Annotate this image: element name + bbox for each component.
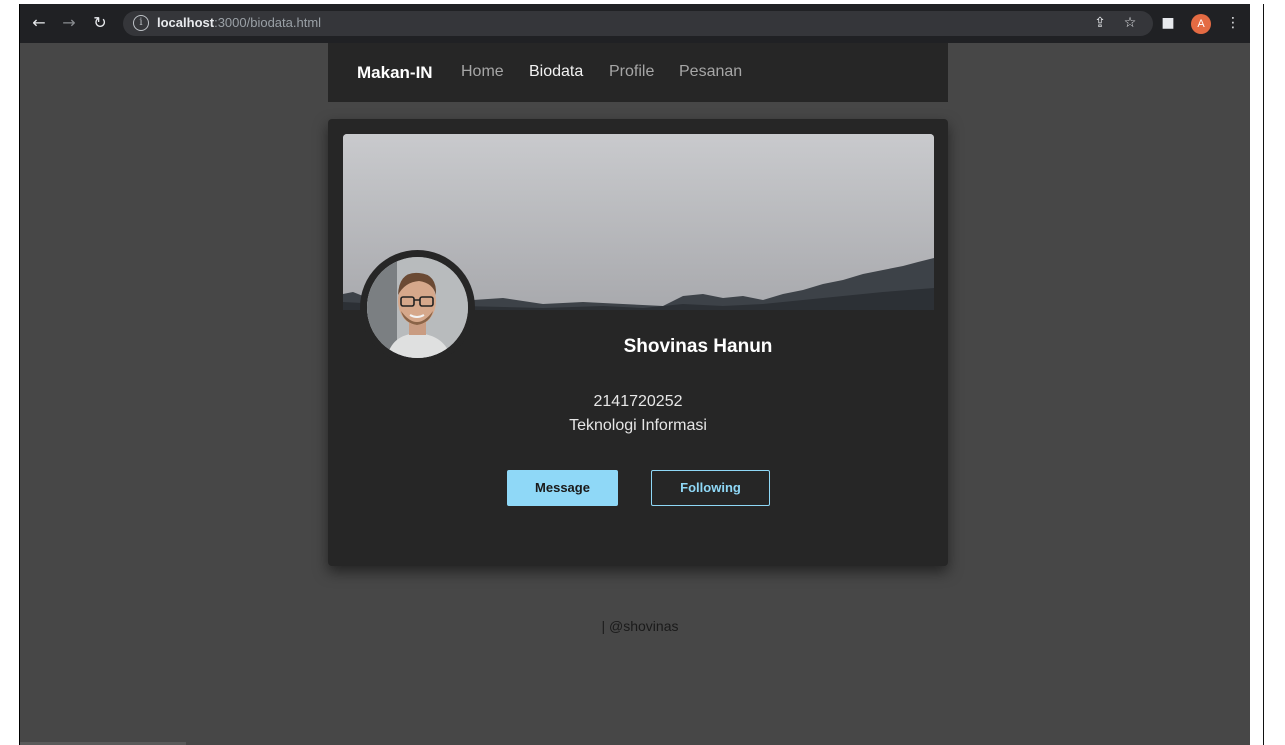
forward-arrow-icon[interactable]: →	[58, 12, 80, 34]
page-border	[1250, 4, 1285, 745]
message-button[interactable]: Message	[507, 470, 618, 506]
brand-logo[interactable]: Makan-IN	[357, 63, 433, 83]
nav-link-profile[interactable]: Profile	[609, 63, 654, 81]
following-button[interactable]: Following	[651, 470, 770, 506]
browser-window: ← → ↻ i localhost:3000/biodata.html ⇪ ☆ …	[19, 4, 1251, 745]
avatar	[360, 250, 475, 365]
url-host: localhost	[157, 15, 215, 30]
profile-jurusan: Teknologi Informasi	[569, 417, 707, 434]
nav-link-biodata[interactable]: Biodata	[529, 63, 583, 81]
url-path: :3000/biodata.html	[214, 15, 322, 30]
browser-toolbar: ← → ↻ i localhost:3000/biodata.html ⇪ ☆ …	[20, 4, 1251, 43]
info-icon[interactable]: i	[133, 15, 149, 31]
reload-icon[interactable]: ↻	[89, 12, 111, 34]
url-text[interactable]: localhost:3000/biodata.html	[157, 15, 321, 30]
site-navbar: Makan-IN Home Biodata Profile Pesanan	[328, 43, 948, 102]
menu-kebab-icon[interactable]: ⋮	[1222, 12, 1244, 34]
avatar-illustration	[367, 257, 468, 358]
share-icon[interactable]: ⇪	[1089, 12, 1111, 34]
nav-link-pesanan[interactable]: Pesanan	[679, 63, 742, 81]
bookmark-star-icon[interactable]: ☆	[1119, 12, 1141, 34]
back-arrow-icon[interactable]: ←	[28, 12, 50, 34]
nav-link-home[interactable]: Home	[461, 63, 504, 81]
profile-name: Shovinas Hanun	[623, 336, 773, 357]
footer-credit: | @shovinas	[601, 618, 679, 634]
avatar-photo	[367, 257, 468, 358]
profile-avatar-icon[interactable]: A	[1191, 14, 1211, 34]
profile-nim: 2141720252	[593, 393, 683, 410]
profile-card: Shovinas Hanun 2141720252 Teknologi Info…	[328, 119, 948, 566]
address-bar[interactable]: i localhost:3000/biodata.html	[123, 11, 1153, 36]
side-panel-icon[interactable]: ■	[1157, 12, 1179, 34]
